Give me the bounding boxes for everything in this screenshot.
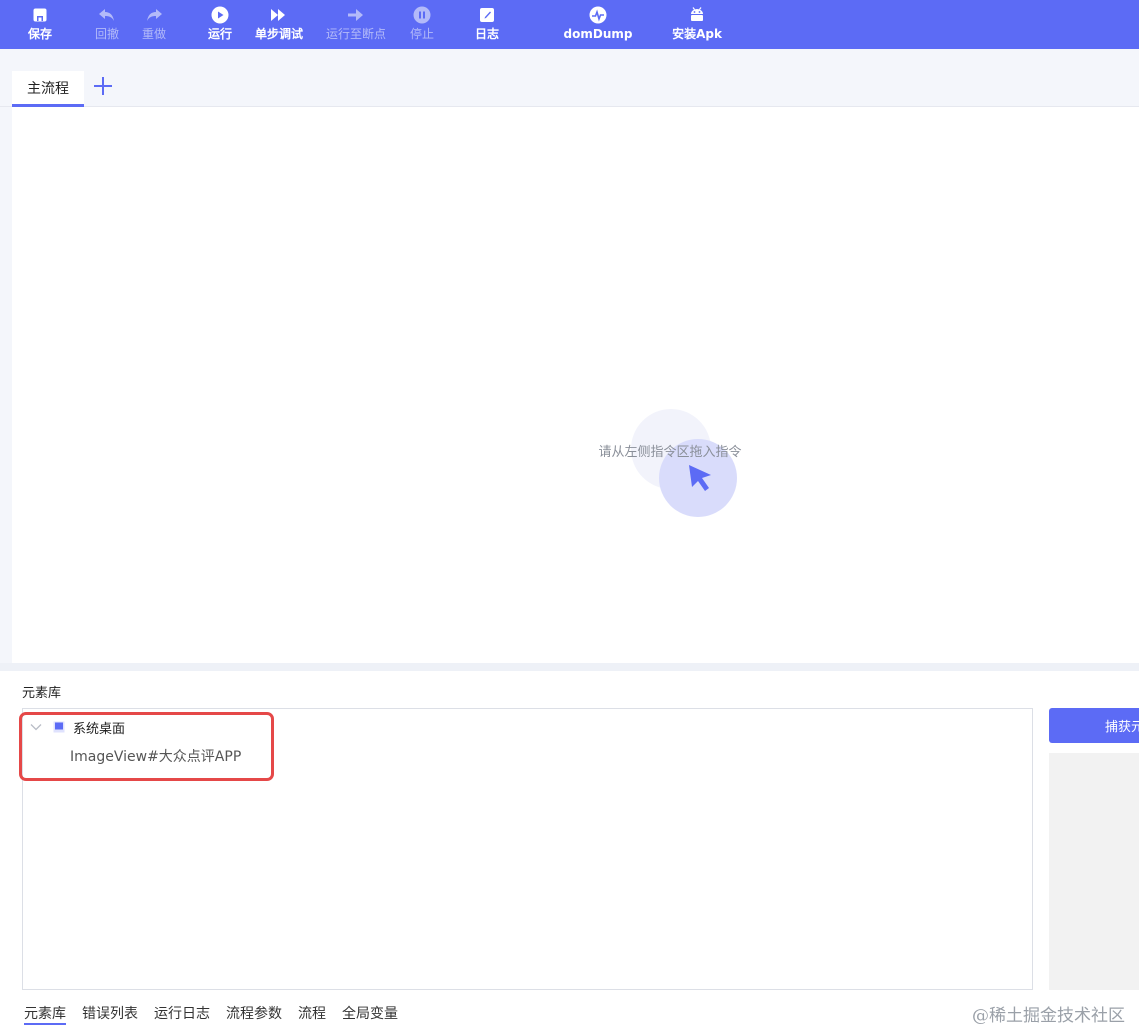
step-forward-icon bbox=[269, 5, 289, 25]
pulse-icon bbox=[588, 5, 608, 25]
edit-note-icon bbox=[477, 5, 497, 25]
tab-run-log[interactable]: 运行日志 bbox=[154, 1003, 210, 1025]
element-preview bbox=[1049, 753, 1139, 990]
left-gutter bbox=[0, 107, 12, 663]
redo-icon bbox=[144, 5, 164, 25]
tab-error-list[interactable]: 错误列表 bbox=[82, 1003, 138, 1025]
run-button[interactable]: 运行 bbox=[202, 0, 238, 49]
bottom-tab-bar: 元素库 错误列表 运行日志 流程参数 流程 全局变量 bbox=[24, 1003, 414, 1025]
tab-flow-params[interactable]: 流程参数 bbox=[226, 1003, 282, 1025]
tab-flow[interactable]: 流程 bbox=[298, 1003, 326, 1025]
save-button[interactable]: 保存 bbox=[22, 0, 58, 49]
flow-tab-bar: 主流程 bbox=[0, 49, 1139, 107]
redo-button[interactable]: 重做 bbox=[136, 0, 172, 49]
run-to-breakpoint-label: 运行至断点 bbox=[325, 27, 386, 41]
cursor-arrow-icon bbox=[619, 407, 749, 522]
highlight-box bbox=[19, 712, 274, 781]
redo-label: 重做 bbox=[141, 27, 166, 41]
undo-icon bbox=[97, 5, 117, 25]
dom-dump-button[interactable]: domDump bbox=[563, 0, 633, 49]
stop-label: 停止 bbox=[409, 27, 434, 41]
log-label: 日志 bbox=[474, 27, 499, 41]
run-label: 运行 bbox=[207, 27, 232, 41]
save-label: 保存 bbox=[27, 27, 52, 41]
tab-global-vars[interactable]: 全局变量 bbox=[342, 1003, 398, 1025]
capture-element-button[interactable]: 捕获元 bbox=[1049, 708, 1139, 743]
empty-hint: 请从左侧指令区拖入指令 bbox=[598, 445, 742, 460]
log-button[interactable]: 日志 bbox=[469, 0, 505, 49]
install-apk-button[interactable]: 安装Apk bbox=[671, 0, 723, 49]
watermark: @稀土掘金技术社区 bbox=[972, 1006, 1125, 1026]
android-icon bbox=[687, 5, 707, 25]
arrow-right-icon bbox=[346, 5, 366, 25]
save-icon bbox=[30, 5, 50, 25]
toolbar: 保存 回撤 重做 运行 单步调试 运行至断点 停止 日志 domDump 安装A… bbox=[0, 0, 1139, 49]
element-library-title: 元素库 bbox=[22, 686, 62, 701]
stop-button[interactable]: 停止 bbox=[404, 0, 440, 49]
play-icon bbox=[210, 5, 230, 25]
dom-dump-label: domDump bbox=[563, 27, 633, 41]
pause-icon bbox=[412, 5, 432, 25]
panel-divider[interactable] bbox=[0, 663, 1139, 671]
install-apk-label: 安装Apk bbox=[672, 27, 722, 41]
tab-element-library[interactable]: 元素库 bbox=[24, 1003, 66, 1025]
undo-label: 回撤 bbox=[94, 27, 119, 41]
run-to-breakpoint-button[interactable]: 运行至断点 bbox=[324, 0, 388, 49]
step-debug-label: 单步调试 bbox=[254, 27, 303, 41]
flow-canvas[interactable]: 请从左侧指令区拖入指令 bbox=[12, 107, 1139, 663]
step-debug-button[interactable]: 单步调试 bbox=[252, 0, 306, 49]
plus-icon[interactable] bbox=[92, 75, 114, 97]
tab-main-flow[interactable]: 主流程 bbox=[12, 71, 84, 107]
undo-button[interactable]: 回撤 bbox=[89, 0, 125, 49]
